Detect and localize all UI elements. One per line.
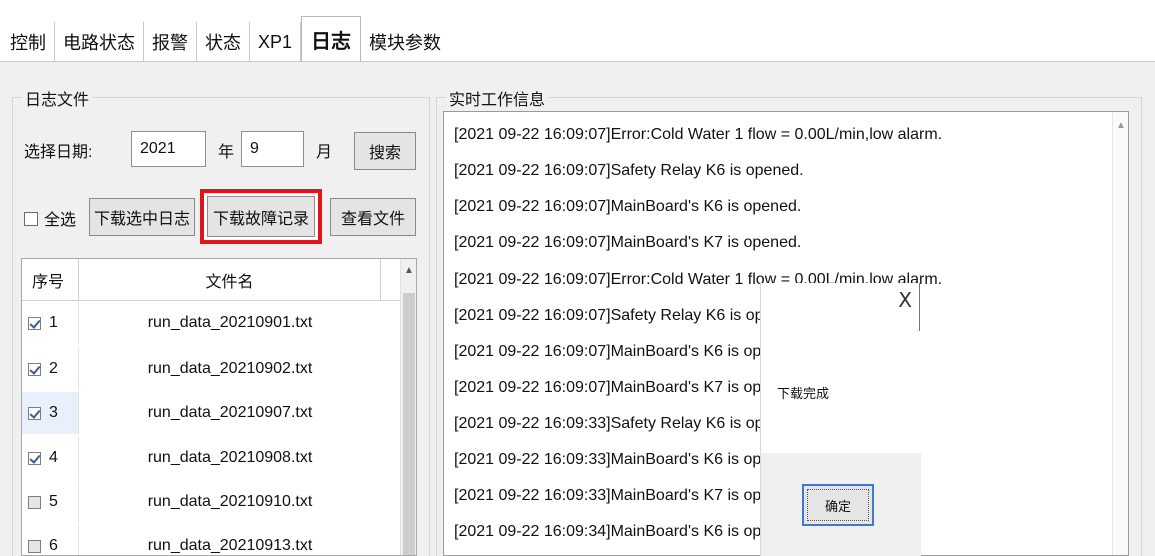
month-input[interactable]: 9 [241,131,304,167]
realtime-group-title: 实时工作信息 [446,86,549,110]
year-input[interactable]: 2021 [131,131,206,167]
tab-module-params[interactable]: 模块参数 [361,22,449,62]
ok-button-label: 确定 [807,489,869,521]
row-num: 2 [49,360,58,377]
log-line: [2021 09-22 16:09:34]MainBoard's K6 is o… [454,523,802,540]
log-line: [2021 09-22 16:09:07]MainBoard's K6 is o… [454,198,802,215]
log-line: [2021 09-22 16:09:33]MainBoard's K6 is o… [454,451,802,468]
table-header: 序号 文件名 [22,259,402,301]
log-line: [2021 09-22 16:09:07]Error:Cold Water 1 … [454,126,943,143]
row-checkbox[interactable] [28,316,41,330]
row-num: 6 [49,537,58,554]
download-selected-button[interactable]: 下载选中日志 [89,198,195,236]
ok-button[interactable]: 确定 [802,484,874,526]
table-row[interactable]: 6 run_data_20210913.txt [22,525,402,555]
year-unit-label: 年 [218,144,235,161]
row-num: 4 [49,449,58,466]
row-filename: run_data_20210901.txt [147,314,313,331]
row-checkbox[interactable] [28,539,41,553]
download-complete-dialog: X 下载完成 确定 [760,283,921,556]
row-num: 1 [49,314,58,331]
table-row[interactable]: 1 run_data_20210901.txt [22,302,402,344]
col-name-header[interactable]: 文件名 [79,259,381,300]
row-num: 3 [49,404,58,421]
select-all-box[interactable] [24,212,38,226]
row-filename: run_data_20210908.txt [147,449,313,466]
log-line: [2021 09-22 16:09:07]MainBoard's K6 is o… [454,343,802,360]
row-checkbox[interactable] [28,362,41,376]
table-row[interactable]: 3 run_data_20210907.txt [22,392,402,434]
row-checkbox[interactable] [28,495,41,509]
tab-bar-divider [0,61,1155,62]
search-button[interactable]: 搜索 [354,132,416,170]
row-filename: run_data_20210902.txt [147,360,313,377]
row-checkbox[interactable] [28,406,41,420]
scrollbar-thumb[interactable] [403,293,415,555]
log-files-group-title: 日志文件 [22,86,93,110]
tab-circuit-status[interactable]: 电路状态 [55,22,144,62]
month-unit-label: 月 [316,144,333,161]
row-checkbox[interactable] [28,451,41,465]
dialog-footer: 确定 [761,453,921,556]
table-row[interactable]: 2 run_data_20210902.txt [22,348,402,390]
col-num-header[interactable]: 序号 [22,259,79,300]
view-file-button[interactable]: 查看文件 [330,198,416,236]
date-label: 选择日期: [24,144,93,161]
tab-status[interactable]: 状态 [197,22,250,62]
row-filename: run_data_20210910.txt [147,493,313,510]
log-file-table: 序号 文件名 1 run_data_20210901.txt 2 run_dat… [21,258,417,556]
log-scrollbar[interactable]: ▲ [1112,112,1128,555]
tab-log[interactable]: 日志 [301,16,362,62]
scroll-up-icon[interactable]: ▲ [1116,120,1126,131]
select-all-label: 全选 [44,212,77,229]
row-filename: run_data_20210907.txt [147,404,313,421]
row-filename: run_data_20210913.txt [147,537,313,554]
log-line: [2021 09-22 16:09:07]Safety Relay K6 is … [454,162,804,179]
table-row[interactable]: 4 run_data_20210908.txt [22,437,402,479]
log-line: [2021 09-22 16:09:33]MainBoard's K7 is o… [454,487,802,504]
table-scrollbar[interactable]: ▲ [400,259,416,555]
log-line: [2021 09-22 16:09:07]Safety Relay K6 is … [454,307,804,324]
log-line: [2021 09-22 16:09:33]Safety Relay K6 is … [454,415,804,432]
download-fault-button-highlight: 下载故障记录 [200,189,322,244]
dialog-message: 下载完成 [777,386,830,401]
select-all-checkbox[interactable]: 全选 [24,206,76,230]
tab-bar: 控制 电路状态 报警 状态 XP1 日志 模块参数 [0,0,1155,62]
table-row[interactable]: 5 run_data_20210910.txt [22,481,402,523]
row-num: 5 [49,493,58,510]
tab-xp1[interactable]: XP1 [250,22,302,62]
download-fault-button[interactable]: 下载故障记录 [207,196,315,237]
dialog-edge [919,283,920,331]
log-line: [2021 09-22 16:09:07]MainBoard's K7 is o… [454,234,802,251]
tab-control[interactable]: 控制 [0,22,55,62]
log-line: [2021 09-22 16:09:07]MainBoard's K7 is o… [454,379,802,396]
close-icon[interactable]: X [898,288,912,312]
tab-alarm[interactable]: 报警 [144,22,197,62]
scroll-up-icon[interactable]: ▲ [404,265,414,276]
